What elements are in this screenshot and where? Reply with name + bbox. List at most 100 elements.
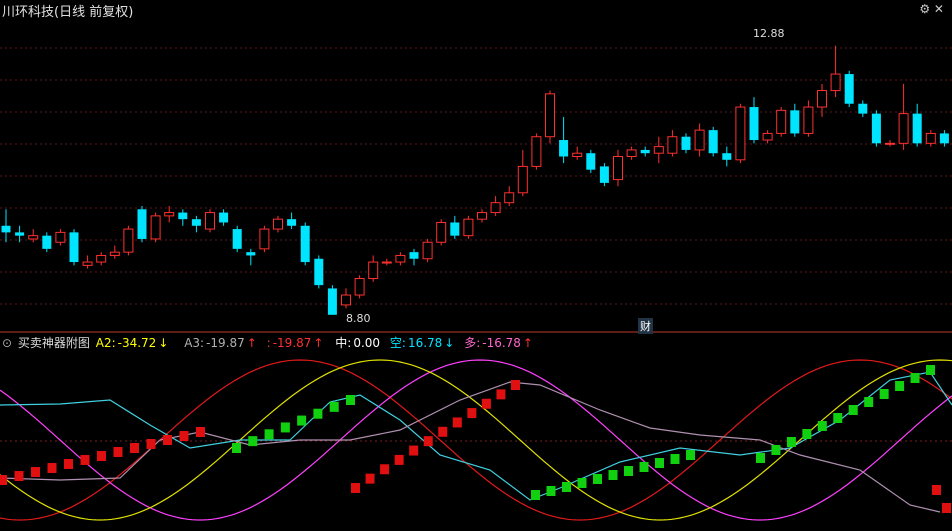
candle-body-up [885,142,895,145]
candle-body-up [381,261,392,264]
a2-label: A2: [95,336,116,350]
low-price-label: 8.80 [346,312,371,325]
candle-body-down [559,140,569,157]
block-red [365,473,375,484]
block-green [232,443,241,453]
candle-body-up [667,136,678,154]
block-red [394,454,404,465]
candle-body-up [490,202,501,214]
block-red [481,398,491,409]
block-green [297,415,307,426]
candle-body-up [273,218,283,230]
candle-body-down [722,153,732,160]
indicator-settings-icon[interactable]: ⊙ [2,336,12,350]
candle-body-down [137,209,147,239]
candle-body-down [1,225,11,233]
candle-body-down [939,133,949,144]
kong-label: 空: [389,336,406,350]
indicator-lines [0,359,952,521]
block-red [467,408,477,419]
block-green [786,437,796,447]
zhong-label: 中: [335,336,352,350]
high-price-label: 12.88 [753,27,785,40]
block-red [14,471,24,481]
stock-title: 川环科技(日线 前复权) [2,5,134,20]
block-red [452,417,462,428]
block-green [562,482,571,492]
candle-body-up [123,228,134,253]
candle-body-up [395,254,406,263]
candle-body-down [69,232,79,263]
candle-body-down [232,229,242,249]
indicator-blocks [0,365,951,513]
candle-body-down [749,107,759,141]
candle-body-up [613,156,623,181]
candle-body-up [354,278,365,296]
duo-arrow: ↑ [522,336,533,350]
candle-body-up [776,109,787,134]
block-red [130,443,139,453]
candle-body-up [164,212,175,217]
candle-body-down [871,113,881,144]
candle-body-down [450,222,460,236]
a3-arrow: ↑ [246,336,257,350]
financial-event-marker[interactable]: 财 [638,318,653,334]
candle-body-down [640,149,650,154]
window-icons[interactable]: ⚙ ✕ [919,2,944,16]
curve-red [0,359,952,521]
x-arrow: ↑ [313,336,324,350]
candle-body-up [341,294,351,306]
block-red [351,483,360,493]
block-red [31,467,40,477]
block-red [97,451,106,461]
candle-body-down [912,113,922,144]
kong-value: 16.78 [407,336,443,350]
block-green [624,466,633,476]
block-green [546,486,556,496]
block-green [833,413,843,423]
a2-arrow: ↓ [158,336,169,350]
candle-body-down [790,110,800,134]
candle-body-up [259,228,270,250]
candle-body-up [150,215,161,240]
candle-body-up [28,235,39,240]
candle-body-up [463,218,474,237]
candle-body-up [531,136,542,167]
block-green [817,421,827,431]
candle-body-up [735,106,746,161]
curve-magenta [0,359,952,521]
block-green [926,365,935,375]
candle-body-up [205,212,215,230]
block-green [248,436,258,447]
candle-body-down [599,166,609,183]
candle-body-up [694,129,705,151]
a2-value: -34.72 [117,336,157,350]
candle-body-up [436,221,447,243]
block-green [879,389,889,399]
block-red [64,459,73,469]
candle-body-down [314,258,324,286]
candle-body-up [504,192,515,204]
block-red [113,447,123,457]
candle-body-down [191,219,201,226]
candle-body-up [925,132,936,144]
candle-body-down [178,212,188,220]
block-green [864,397,874,407]
candle-body-up [626,149,637,158]
candle-body-up [898,113,909,144]
block-red [942,503,951,513]
candle-body-down [15,232,25,236]
candle-body-up [109,251,120,256]
curve-yellow [0,359,952,521]
block-red [196,427,205,437]
block-red [179,431,189,441]
indicator-name: 买卖神器附图 [17,336,90,350]
candle-body-down [708,130,718,154]
kong-arrow: ↓ [444,336,455,350]
block-green [686,450,695,460]
block-green [313,408,323,419]
block-green [346,395,355,405]
a3-value: -19.87 [206,336,245,350]
candle-body-up [368,261,379,280]
block-green [895,381,905,391]
